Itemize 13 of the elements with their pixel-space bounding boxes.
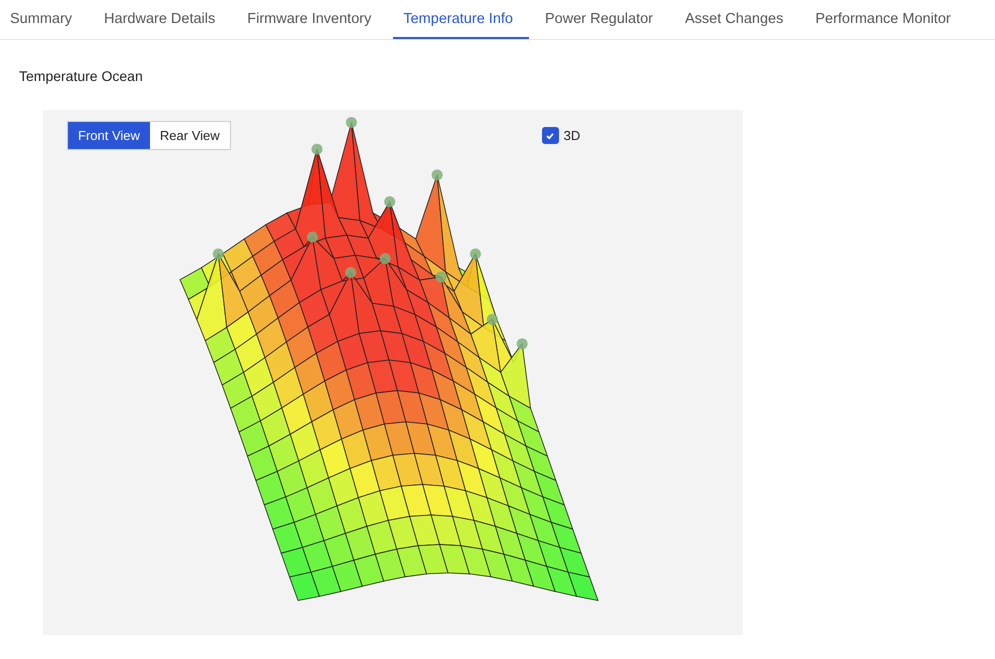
checkbox[interactable] — [542, 127, 559, 144]
view-button[interactable]: Rear View — [150, 122, 230, 149]
tab[interactable]: Asset Changes — [674, 0, 800, 39]
tab[interactable]: Performance Monitor — [805, 0, 967, 39]
section-title: Temperature Ocean — [19, 68, 144, 84]
tab[interactable]: Power Regulator — [534, 0, 669, 39]
tab[interactable]: Hardware Details — [94, 0, 232, 39]
checkbox-label: 3D — [564, 128, 580, 143]
view-button[interactable]: Front View — [68, 122, 150, 149]
tab[interactable]: Summary — [0, 0, 88, 39]
tab[interactable]: Firmware Inventory — [237, 0, 388, 39]
tab[interactable]: Temperature Info — [393, 0, 529, 39]
check-icon — [545, 130, 556, 140]
